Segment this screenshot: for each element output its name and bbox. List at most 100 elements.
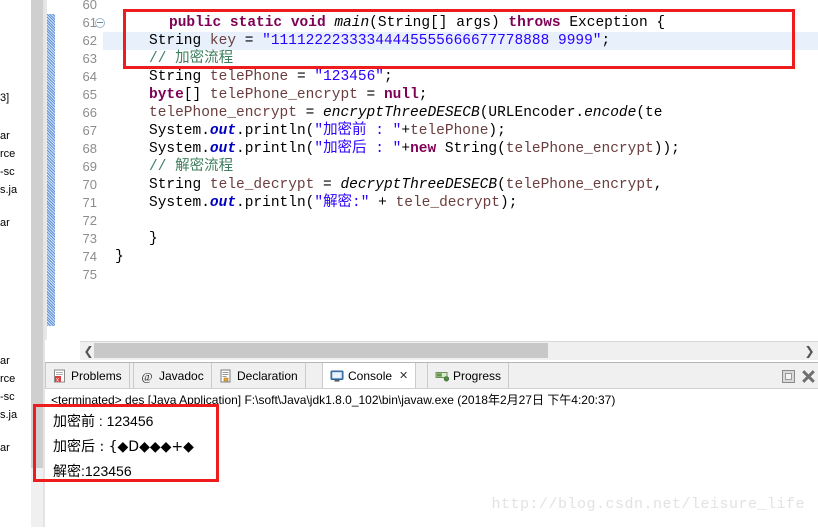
panel-tab-bar: x Problems @ Javadoc Declaration Console… — [45, 362, 818, 389]
svg-text:@: @ — [142, 370, 153, 384]
explorer-fragment[interactable]: ar — [0, 355, 10, 367]
code-line-67[interactable]: System.out.println("加密前 : "+telePhone); — [149, 122, 506, 140]
code-line-71[interactable]: System.out.println("解密:" + tele_decrypt)… — [149, 194, 517, 212]
tab-label: Progress — [453, 369, 502, 383]
line-number: 65 — [82, 87, 97, 102]
code-line-64[interactable]: String telePhone = "123456"; — [149, 68, 393, 86]
watermark-url: http://blog.csdn.net/leisure_life — [491, 496, 805, 513]
scrollbar-thumb[interactable] — [94, 343, 548, 358]
line-number: 69 — [82, 159, 97, 174]
line-number: 66 — [82, 105, 97, 120]
line-number: 68 — [82, 141, 97, 156]
token-telephone-encrypt-var: telePhone_encrypt — [505, 141, 654, 157]
eclipse-ide-window: 3] ar rce -sc s.ja ar ar rce -sc s.ja ar… — [0, 0, 818, 528]
code-line-74[interactable]: } — [115, 248, 124, 266]
token-byte: byte — [149, 87, 184, 103]
line-number-gutter: 60 61 62 63 64 65 66 67 68 69 70 71 72 7… — [45, 0, 105, 340]
svg-text:x: x — [56, 377, 59, 383]
code-fold-collapse-icon[interactable] — [95, 18, 105, 28]
console-output-highlight-box — [33, 404, 219, 482]
tab-javadoc[interactable]: @ Javadoc — [133, 363, 212, 389]
line-number: 75 — [82, 267, 97, 282]
token-string-type: String — [444, 141, 498, 157]
line-number: 71 — [82, 195, 97, 210]
token-println: println — [244, 141, 306, 157]
tab-progress[interactable]: Progress — [427, 363, 510, 389]
tab-label: Javadoc — [159, 369, 204, 383]
token-system: System — [149, 141, 202, 157]
panel-toolbar — [760, 366, 816, 386]
explorer-fragment[interactable]: ar — [0, 442, 10, 454]
token-system: System — [149, 123, 202, 139]
explorer-fragment[interactable]: s.ja — [0, 184, 17, 196]
explorer-fragment[interactable]: rce — [0, 148, 15, 160]
tab-declaration[interactable]: Declaration — [211, 363, 306, 389]
tab-console[interactable]: Console ✕ — [322, 363, 417, 389]
declaration-icon — [219, 369, 233, 383]
console-icon — [330, 369, 344, 383]
token-string-type: String — [149, 177, 202, 193]
editor-horizontal-scrollbar[interactable]: ❮ ❯ — [80, 341, 818, 360]
explorer-fragment[interactable]: ar — [0, 217, 10, 229]
code-line-65[interactable]: byte[] telePhone_encrypt = null; — [149, 86, 427, 104]
token-out: out — [209, 195, 237, 211]
javadoc-icon: @ — [141, 369, 155, 384]
line-number: 74 — [82, 249, 97, 264]
line-number: 60 — [82, 0, 97, 12]
token-println: println — [244, 195, 306, 211]
line-number: 67 — [82, 123, 97, 138]
token-null: null — [383, 87, 419, 103]
scroll-right-arrow-icon[interactable]: ❯ — [803, 344, 816, 358]
minimize-icon[interactable] — [782, 369, 795, 383]
token-tele-decrypt-var: tele_decrypt — [209, 177, 315, 193]
explorer-fragment[interactable]: rce — [0, 373, 15, 385]
progress-icon — [435, 369, 449, 383]
token-out: out — [209, 123, 237, 139]
token-telephone-encrypt-var: telePhone_encrypt — [505, 177, 654, 193]
label-after-literal: 加密后 : — [323, 141, 393, 157]
tab-label: Declaration — [237, 369, 298, 383]
line-number: 63 — [82, 51, 97, 66]
token-tele-decrypt-var: tele_decrypt — [395, 195, 500, 211]
package-explorer-strip-lower[interactable] — [0, 495, 31, 527]
code-line-73[interactable]: } — [149, 230, 158, 248]
explorer-fragment[interactable]: ar — [0, 130, 10, 142]
token-telephone-encrypt-var: telePhone_encrypt — [209, 87, 358, 103]
problems-icon: x — [53, 369, 67, 383]
token-out: out — [209, 141, 237, 157]
token-telephone-var: telePhone — [209, 69, 289, 85]
line-number: 73 — [82, 231, 97, 246]
key-declaration-highlight-box — [123, 9, 795, 69]
label-decrypt-literal: 解密: — [323, 195, 361, 211]
token-string-type: String — [149, 69, 202, 85]
token-new: new — [410, 141, 437, 157]
code-line-68[interactable]: System.out.println("加密后 : "+new String(t… — [149, 140, 680, 158]
token-system: System — [149, 195, 202, 211]
package-explorer-strip[interactable]: 3] ar rce -sc s.ja ar ar rce -sc s.ja ar — [0, 0, 31, 495]
code-line-70[interactable]: String tele_decrypt = decryptThreeDESECB… — [149, 176, 662, 194]
close-icon[interactable]: ✕ — [399, 369, 408, 382]
token-encode: encode — [584, 105, 637, 121]
token-encrypt-method: encryptThreeDESECB — [323, 105, 480, 121]
explorer-fragment[interactable]: 3] — [0, 92, 9, 104]
token-decrypt-method: decryptThreeDESECB — [340, 177, 498, 193]
telephone-literal: 123456 — [323, 69, 376, 85]
token-telephone-encrypt-var: telePhone_encrypt — [149, 105, 297, 121]
tab-problems[interactable]: x Problems — [45, 363, 130, 389]
label-before-literal: 加密前 : — [323, 123, 393, 139]
close-panel-icon[interactable] — [801, 369, 816, 384]
line-number: 70 — [82, 177, 97, 192]
code-line-66[interactable]: telePhone_encrypt = encryptThreeDESECB(U… — [149, 104, 662, 122]
explorer-fragment[interactable]: -sc — [0, 391, 15, 403]
code-line-69[interactable]: // 解密流程 — [149, 158, 233, 176]
tab-label: Problems — [71, 369, 122, 383]
token-println: println — [244, 123, 306, 139]
explorer-fragment[interactable]: s.ja — [0, 409, 17, 421]
explorer-fragment[interactable]: -sc — [0, 166, 15, 178]
line-number: 64 — [82, 69, 97, 84]
line-number: 62 — [82, 33, 97, 48]
token-urlencoder: URLEncoder — [488, 105, 576, 121]
token-telephone-var: telePhone — [410, 123, 489, 139]
line-number: 72 — [82, 213, 97, 228]
tab-label: Console — [348, 368, 393, 383]
